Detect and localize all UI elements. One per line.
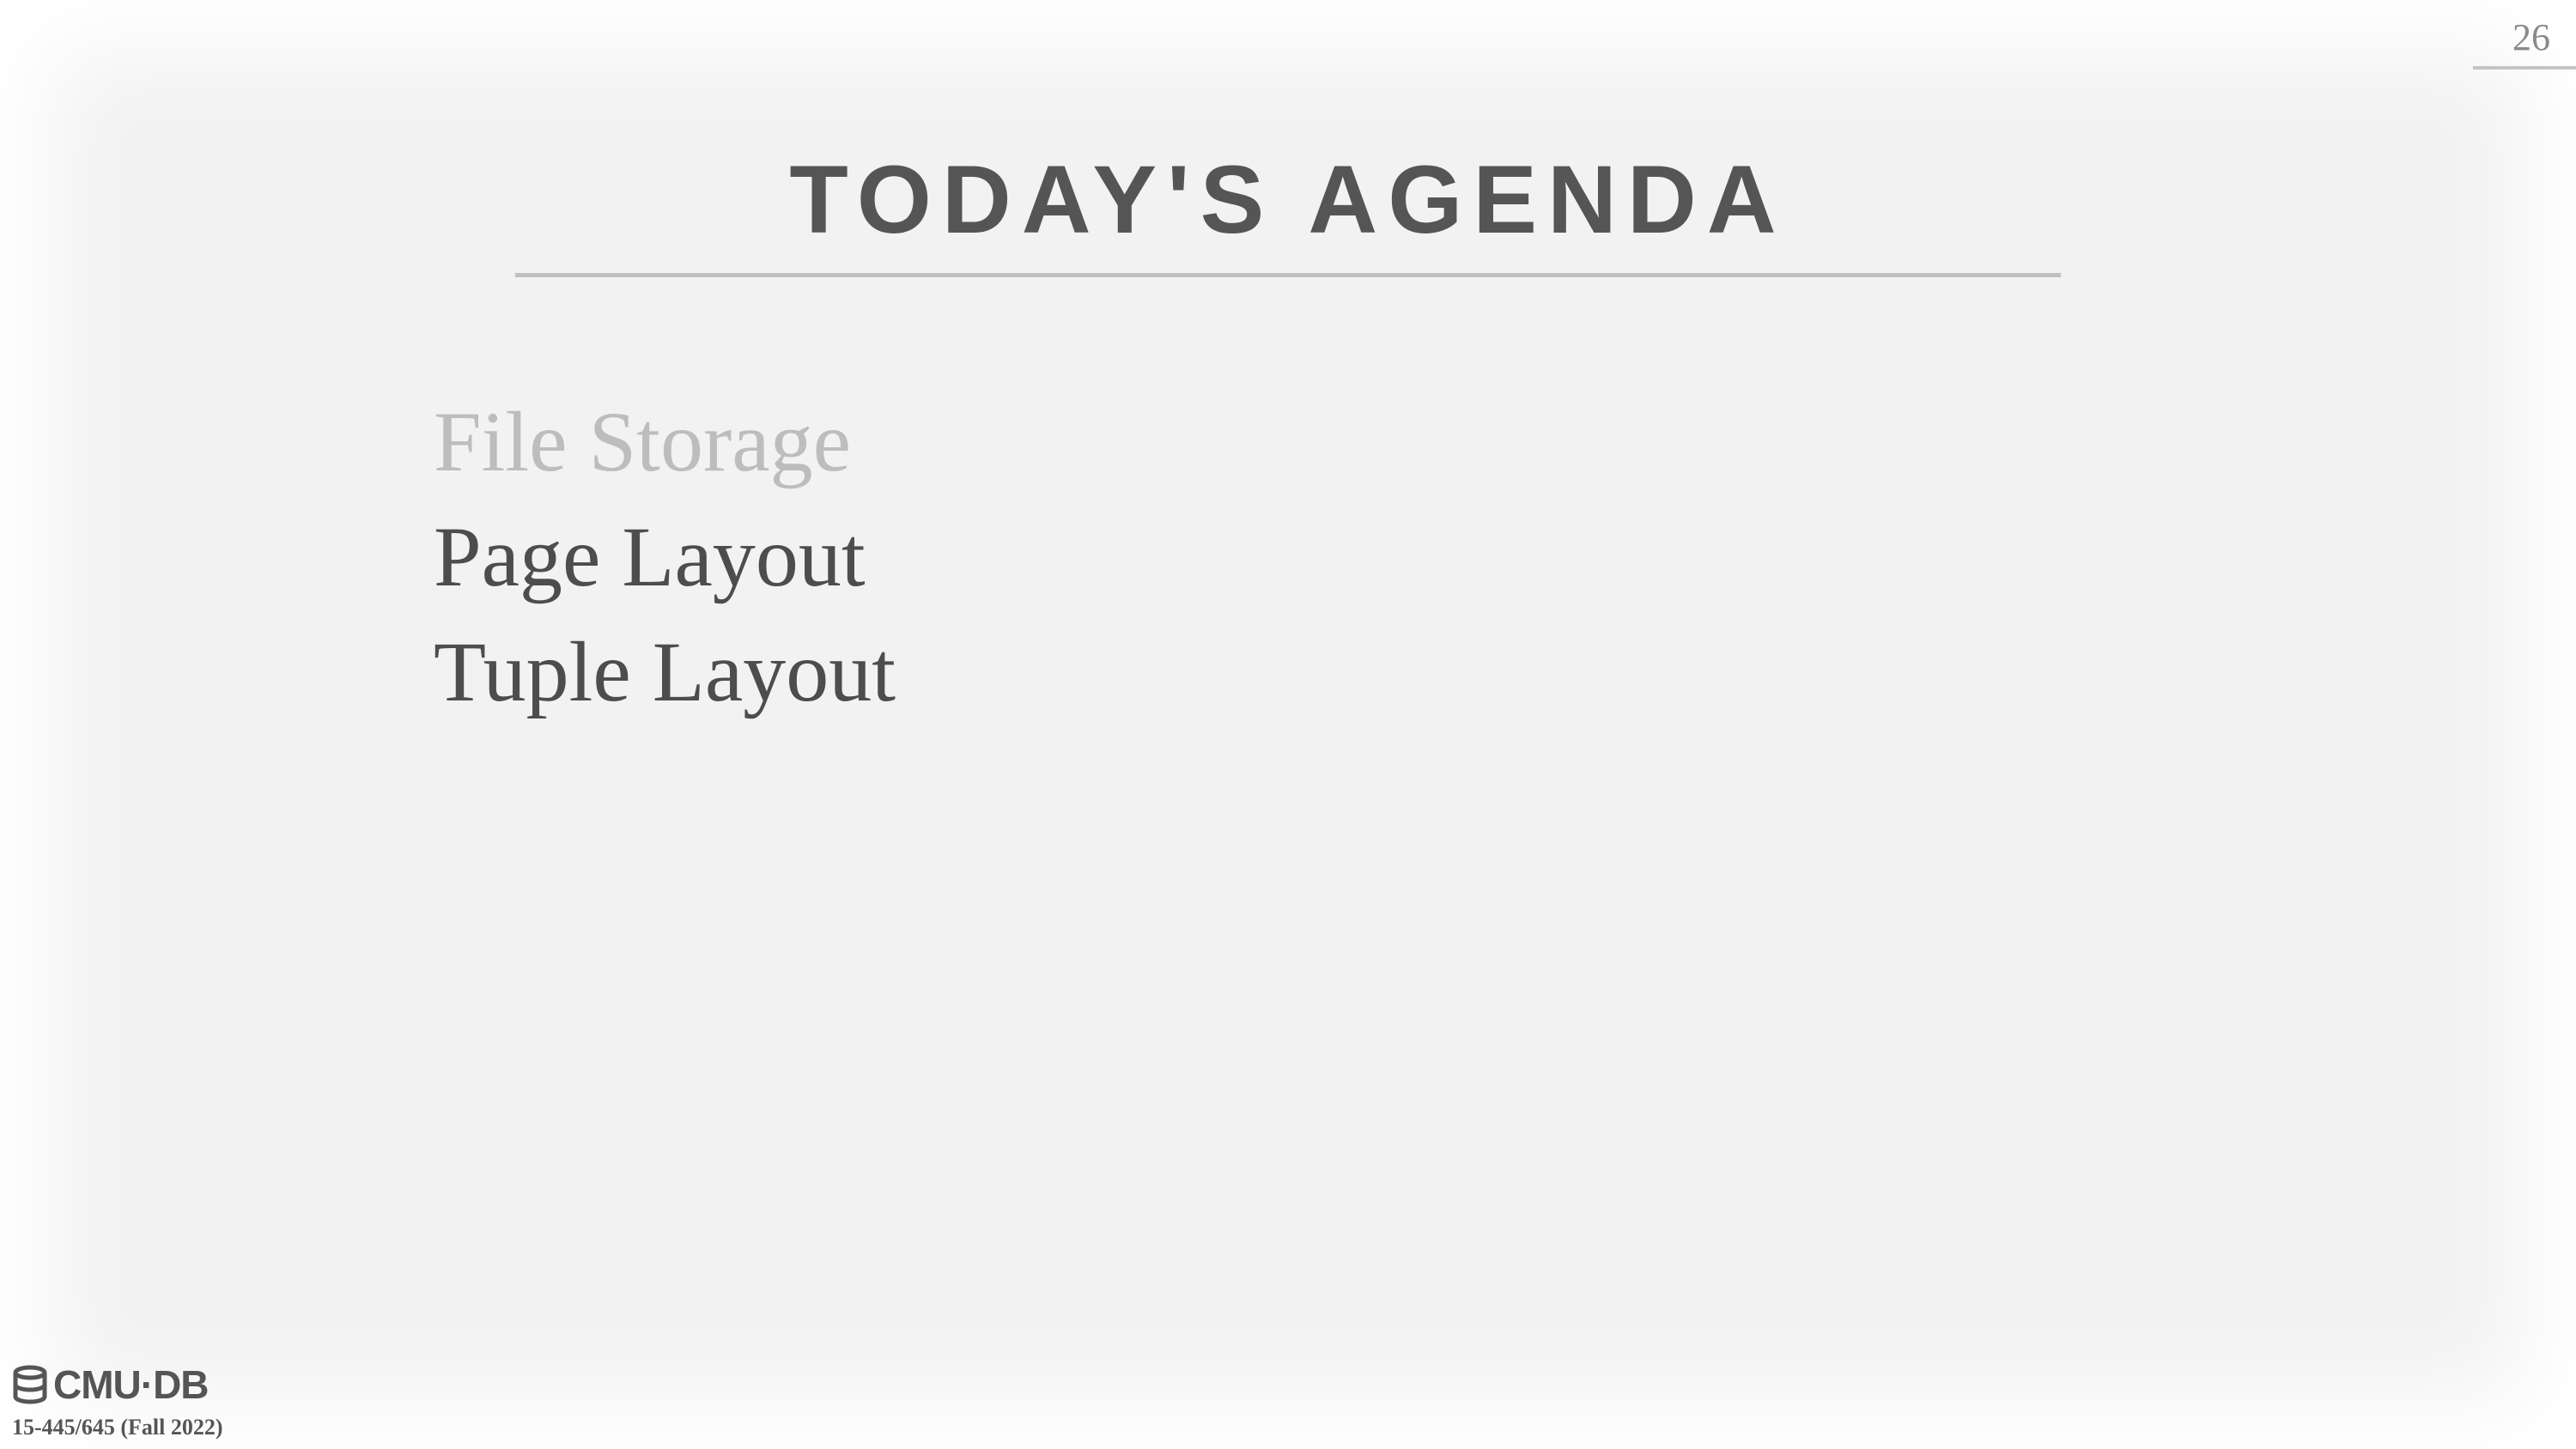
agenda-item-page-layout: Page Layout: [434, 509, 866, 604]
page-number: 26: [2512, 16, 2550, 58]
database-icon: [13, 1365, 47, 1404]
course-label: 15-445/645 (Fall 2022): [12, 1415, 223, 1440]
agenda-list: File Storage Page Layout Tuple Layout: [434, 385, 896, 730]
slide-title: TODAY'S AGENDA: [789, 146, 1787, 253]
logo-text: CMU·DB: [53, 1362, 210, 1407]
slide: 26 TODAY'S AGENDA File Storage Page Layo…: [0, 0, 2576, 1449]
title-divider: [515, 273, 2061, 277]
cmu-db-logo: CMU·DB: [12, 1361, 210, 1408]
page-number-underline: [2473, 66, 2576, 70]
agenda-item-tuple-layout: Tuple Layout: [434, 624, 896, 719]
agenda-item-file-storage: File Storage: [434, 394, 852, 489]
